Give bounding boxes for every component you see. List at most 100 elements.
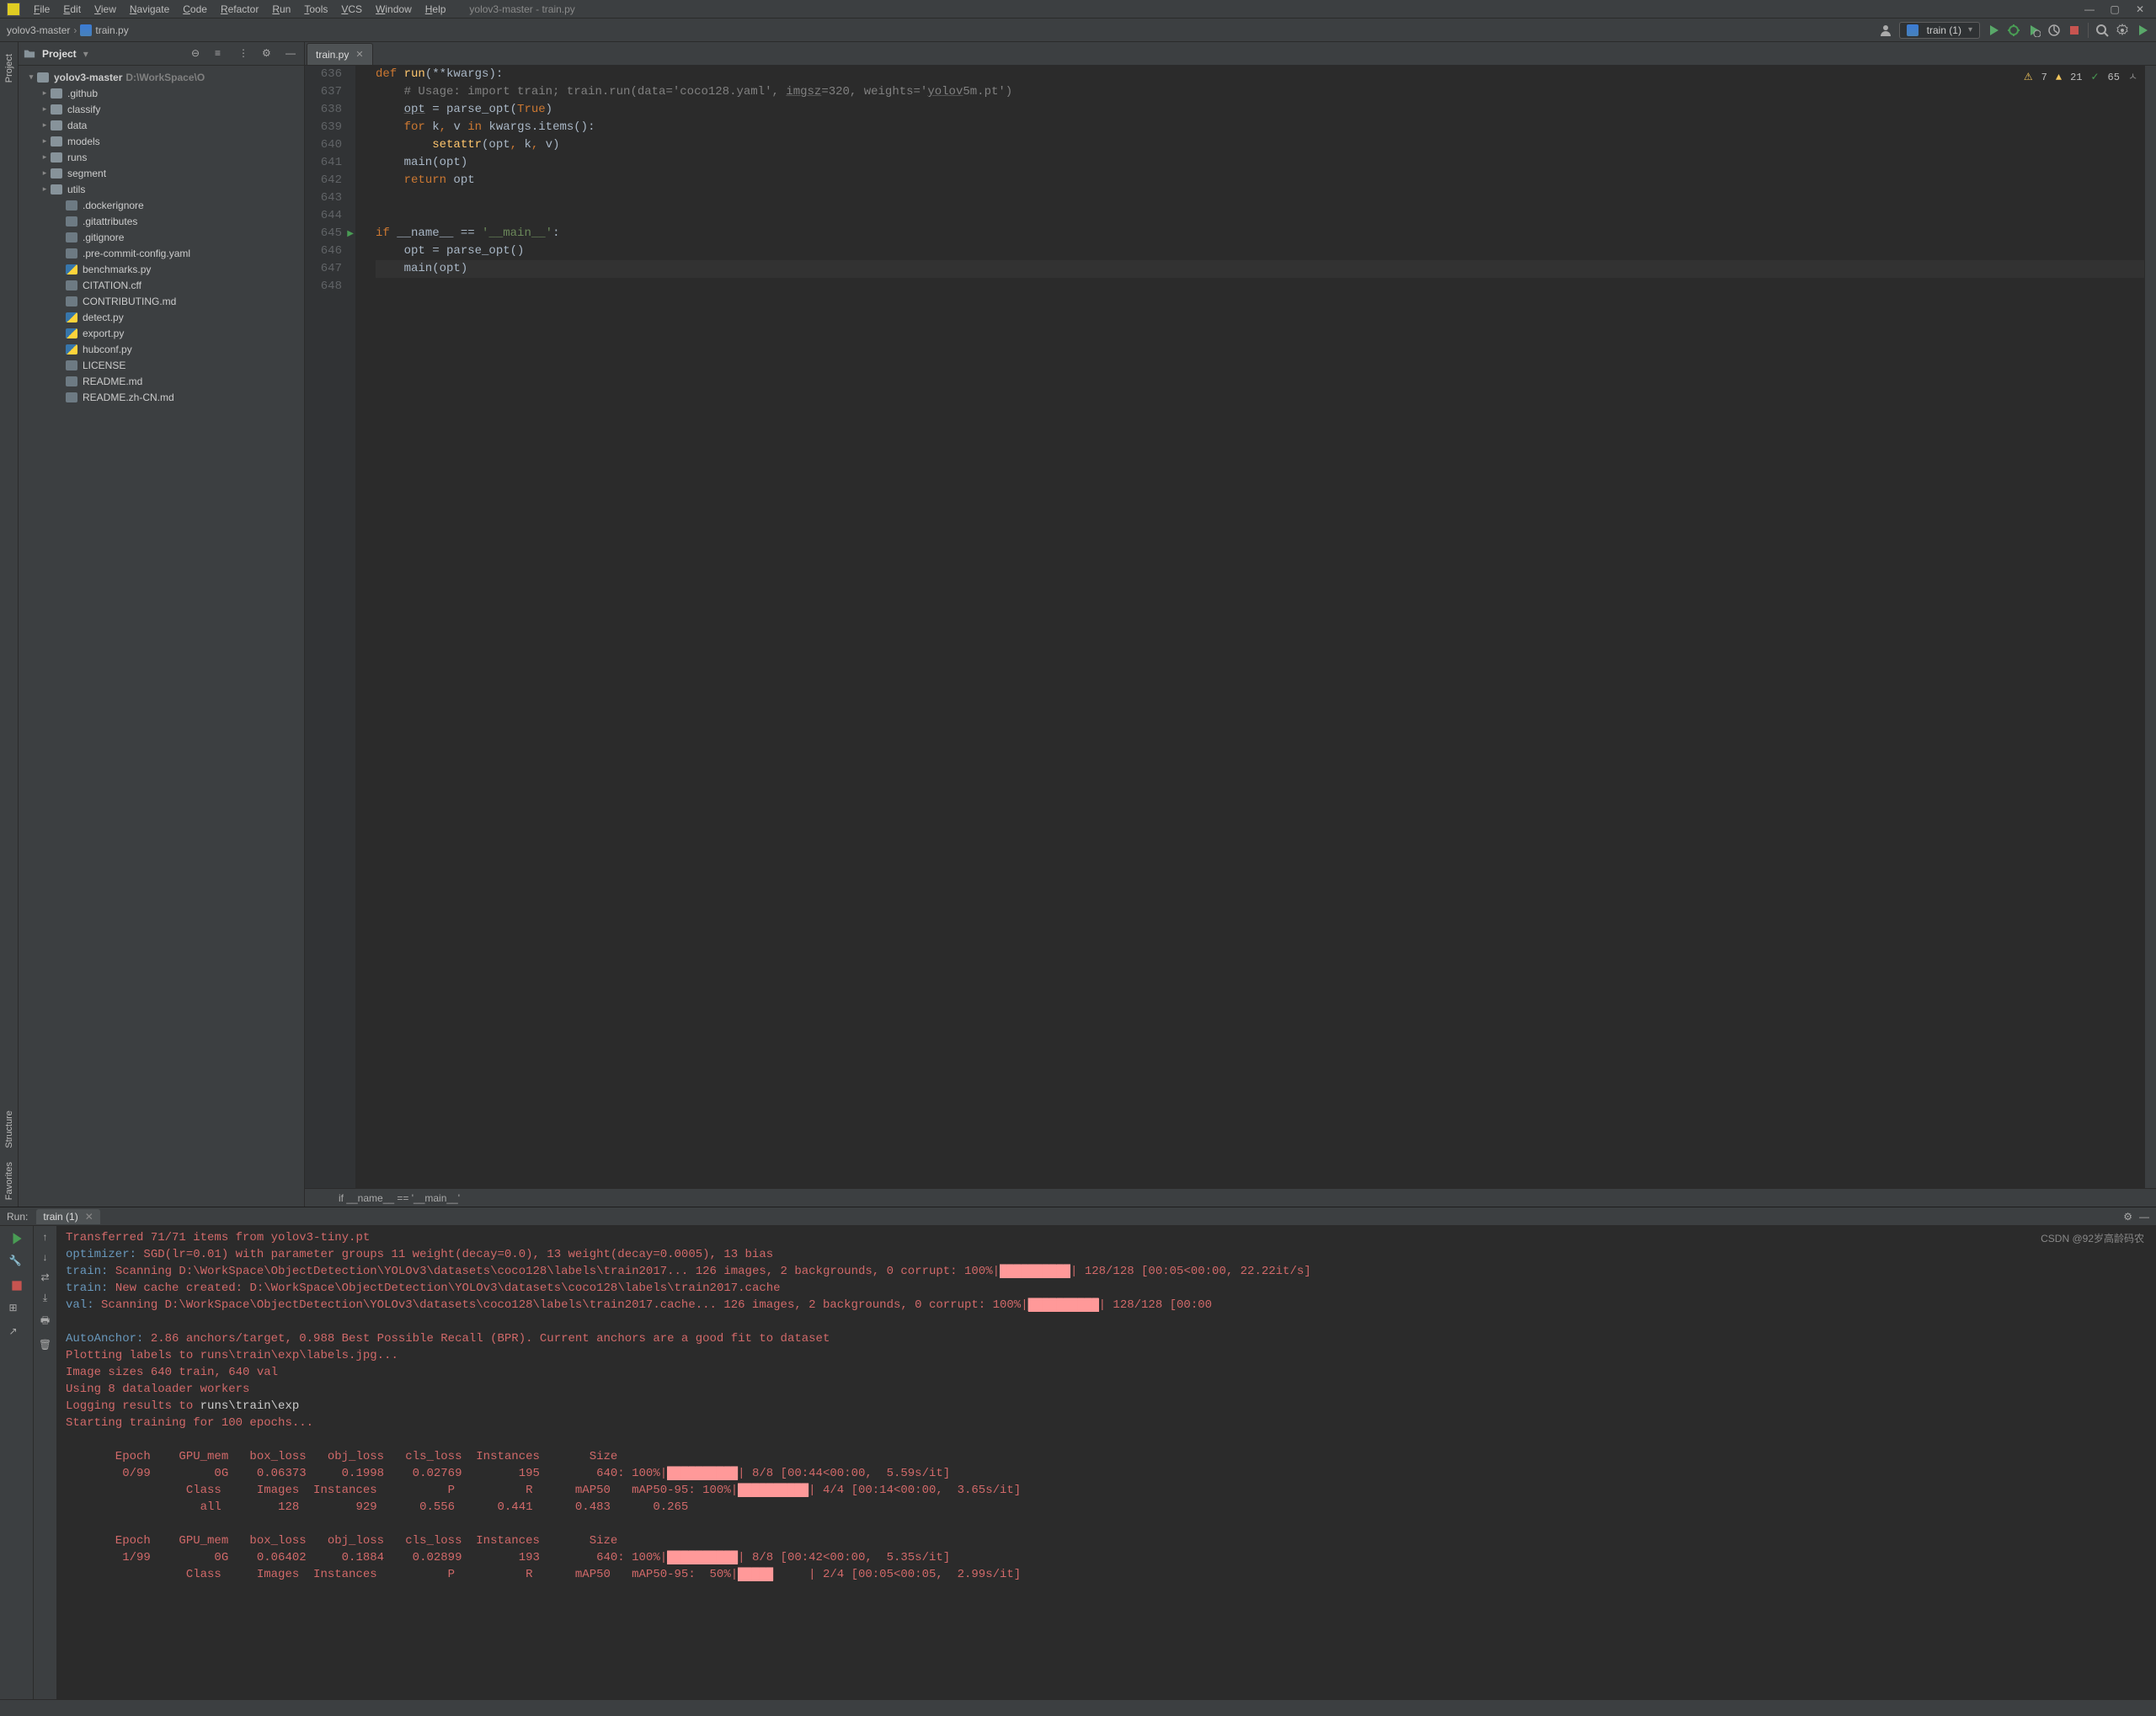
menu-bar: FileEditViewNavigateCodeRefactorRunTools… xyxy=(0,0,2156,19)
search-button[interactable] xyxy=(2095,24,2109,37)
expand-icon[interactable]: ≡ xyxy=(215,47,228,61)
tree-item[interactable]: export.py xyxy=(19,325,304,341)
down-icon[interactable]: ↓ xyxy=(43,1251,48,1263)
tree-item[interactable]: benchmarks.py xyxy=(19,261,304,277)
run-config-label: train (1) xyxy=(1927,24,1961,36)
user-icon[interactable] xyxy=(1879,24,1892,37)
chevron-right-icon: › xyxy=(73,24,77,36)
maximize-button[interactable]: ▢ xyxy=(2102,0,2127,19)
wrench-icon[interactable]: 🔧 xyxy=(9,1255,24,1270)
editor-tabs: train.py ✕ xyxy=(305,42,2156,66)
scroll-icon[interactable]: ⤓ xyxy=(43,1292,47,1304)
stop-button[interactable] xyxy=(9,1278,24,1293)
settings-button[interactable] xyxy=(2116,24,2129,37)
close-icon[interactable]: ✕ xyxy=(85,1211,93,1223)
minimize-button[interactable]: — xyxy=(2077,0,2102,19)
code-editor[interactable]: 636637638639640641642643644645646647648 … xyxy=(305,66,2156,1188)
tree-item[interactable]: .pre-commit-config.yaml xyxy=(19,245,304,261)
hide-icon[interactable]: — xyxy=(286,47,299,61)
weak-warning-icon: ▲ xyxy=(2056,69,2062,87)
hide-icon[interactable]: — xyxy=(2139,1211,2149,1223)
project-panel: Project ▾ ⊖ ≡ ⋮ ⚙ — ▾yolov3-masterD:\Wor… xyxy=(19,42,305,1207)
tree-item[interactable]: detect.py xyxy=(19,309,304,325)
run-label: Run: xyxy=(7,1211,28,1223)
tree-item[interactable]: README.md xyxy=(19,373,304,389)
menu-window[interactable]: Window xyxy=(369,3,419,15)
stop-button[interactable] xyxy=(2068,24,2081,37)
typo-icon: ✓ xyxy=(2090,69,2099,87)
menu-file[interactable]: File xyxy=(27,3,56,15)
menu-navigate[interactable]: Navigate xyxy=(123,3,176,15)
hammer-icon[interactable] xyxy=(2136,24,2149,37)
tree-item[interactable]: ▸models xyxy=(19,133,304,149)
print-icon[interactable]: 🖶 xyxy=(40,1313,50,1330)
tree-item[interactable]: ▾yolov3-masterD:\WorkSpace\O xyxy=(19,69,304,85)
menu-run[interactable]: Run xyxy=(265,3,297,15)
menu-view[interactable]: View xyxy=(88,3,123,15)
tab-train-py[interactable]: train.py ✕ xyxy=(307,43,373,65)
status-bar xyxy=(0,1699,2156,1716)
close-icon[interactable]: ✕ xyxy=(355,49,363,60)
console-output[interactable]: Transferred 71/71 items from yolov3-tiny… xyxy=(57,1226,2156,1699)
wrap-icon[interactable]: ⇄ xyxy=(40,1271,49,1283)
divider-icon: ⋮ xyxy=(238,47,252,61)
side-tab-project[interactable]: Project xyxy=(4,54,14,83)
tree-item[interactable]: ▸segment xyxy=(19,165,304,181)
breadcrumb-file[interactable]: train.py xyxy=(95,24,128,36)
pin-icon[interactable]: ↗ xyxy=(9,1325,24,1340)
tree-item[interactable]: .dockerignore xyxy=(19,197,304,213)
layout-icon[interactable]: ⊞ xyxy=(9,1302,24,1317)
collapse-icon[interactable]: ⊖ xyxy=(191,47,205,61)
menu-code[interactable]: Code xyxy=(176,3,214,15)
run-config-selector[interactable]: train (1) xyxy=(1899,22,1980,39)
tree-item[interactable]: .gitignore xyxy=(19,229,304,245)
tree-item[interactable]: CITATION.cff xyxy=(19,277,304,293)
debug-button[interactable] xyxy=(2007,24,2020,37)
menu-edit[interactable]: Edit xyxy=(56,3,88,15)
run-tab[interactable]: train (1) ✕ xyxy=(36,1209,99,1224)
close-button[interactable]: ✕ xyxy=(2127,0,2153,19)
gear-icon[interactable]: ⚙ xyxy=(262,47,275,61)
warning-icon: ⚠ xyxy=(2024,69,2033,87)
trash-icon[interactable]: 🗑 xyxy=(39,1339,51,1351)
breadcrumb-project[interactable]: yolov3-master xyxy=(7,24,70,36)
run-button[interactable] xyxy=(1987,24,2000,37)
editor-breadcrumb[interactable]: if __name__ == '__main__' xyxy=(305,1188,2156,1207)
weak-warning-count: 21 xyxy=(2070,69,2082,87)
tab-label: train.py xyxy=(316,49,349,61)
inspection-widget[interactable]: ⚠7 ▲21 ✓65 ㅅ xyxy=(2024,69,2137,87)
tree-item[interactable]: LICENSE xyxy=(19,357,304,373)
side-tab-favorites[interactable]: Favorites xyxy=(4,1162,14,1200)
tree-item[interactable]: CONTRIBUTING.md xyxy=(19,293,304,309)
profile-button[interactable] xyxy=(2047,24,2061,37)
tree-item[interactable]: ▸data xyxy=(19,117,304,133)
menu-help[interactable]: Help xyxy=(419,3,453,15)
up-icon[interactable]: ↑ xyxy=(43,1231,48,1243)
python-file-icon xyxy=(1907,24,1919,36)
rerun-button[interactable] xyxy=(9,1231,24,1246)
app-icon xyxy=(7,3,20,16)
python-file-icon xyxy=(80,24,92,36)
navigation-bar: yolov3-master › train.py train (1) xyxy=(0,19,2156,42)
typo-count: 65 xyxy=(2108,69,2120,87)
side-tab-structure[interactable]: Structure xyxy=(4,1111,14,1148)
run-tab-label: train (1) xyxy=(43,1211,77,1223)
tree-item[interactable]: ▸.github xyxy=(19,85,304,101)
gear-icon[interactable]: ⚙ xyxy=(2123,1211,2132,1223)
tree-item[interactable]: .gitattributes xyxy=(19,213,304,229)
run-coverage-button[interactable] xyxy=(2027,24,2041,37)
warning-count: 7 xyxy=(2041,69,2047,87)
menu-tools[interactable]: Tools xyxy=(297,3,334,15)
folder-icon xyxy=(24,48,35,60)
tree-item[interactable]: ▸classify xyxy=(19,101,304,117)
tree-item[interactable]: hubconf.py xyxy=(19,341,304,357)
tree-item[interactable]: README.zh-CN.md xyxy=(19,389,304,405)
menu-refactor[interactable]: Refactor xyxy=(214,3,265,15)
project-panel-label: Project xyxy=(42,48,77,60)
watermark: CSDN @92岁高龄码农 xyxy=(2041,1231,2144,1245)
tree-item[interactable]: ▸utils xyxy=(19,181,304,197)
run-tool-window: Run: train (1) ✕ ⚙ — 🔧 ⊞ ↗ ↑ ↓ ⇄ ⤓ 🖶 🗑 T… xyxy=(0,1207,2156,1699)
left-tool-strip: Project Structure Favorites xyxy=(0,42,19,1207)
tree-item[interactable]: ▸runs xyxy=(19,149,304,165)
menu-vcs[interactable]: VCS xyxy=(334,3,369,15)
